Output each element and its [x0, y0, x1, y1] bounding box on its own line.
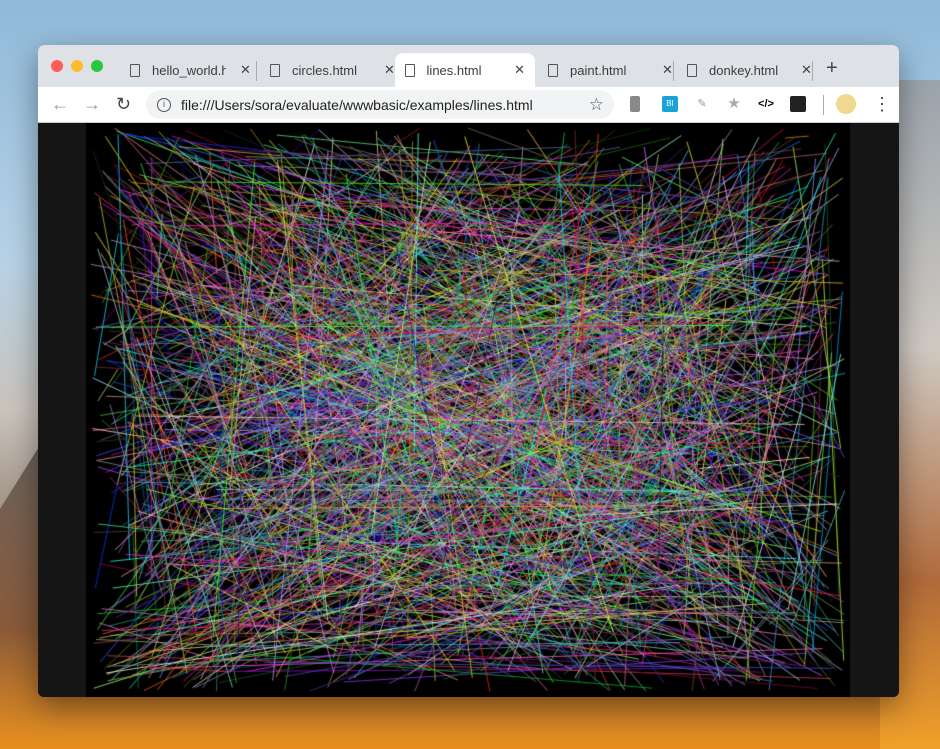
info-icon[interactable]: i: [157, 97, 171, 112]
page-icon: [405, 63, 415, 77]
close-tab-icon[interactable]: ✕: [801, 62, 812, 78]
tab-strip: hello_world.html✕ circles.html✕ lines.ht…: [38, 45, 899, 87]
page-icon: [687, 63, 697, 77]
page-content: [38, 123, 899, 697]
tab-lines[interactable]: lines.html ✕: [395, 53, 535, 87]
toolbar: ← → ↻ i file:///Users/sora/evaluate/wwwb…: [38, 87, 899, 123]
tab-circles[interactable]: circles.html ✕: [260, 53, 405, 87]
reload-button[interactable]: ↻: [116, 94, 131, 115]
page-icon: [270, 63, 280, 77]
tab-hello-world[interactable]: hello_world.html✕: [120, 53, 261, 87]
extension-icon[interactable]: [630, 96, 640, 112]
lines-canvas[interactable]: [86, 123, 850, 697]
page-icon: [130, 63, 140, 77]
new-tab-button[interactable]: +: [826, 57, 838, 80]
menu-icon[interactable]: ⋮: [873, 94, 891, 115]
extension-bi-icon[interactable]: BI: [662, 96, 678, 112]
url-text: file:///Users/sora/evaluate/wwwbasic/exa…: [181, 96, 533, 113]
bookmark-star-icon[interactable]: ☆: [589, 95, 604, 115]
browser-window: hello_world.html✕ circles.html✕ lines.ht…: [38, 45, 899, 697]
close-tab-icon[interactable]: ✕: [514, 62, 525, 78]
extension-pin-icon[interactable]: ✎: [694, 96, 710, 112]
close-tab-icon[interactable]: ✕: [384, 62, 395, 78]
tab-donkey[interactable]: donkey.html ✕: [677, 53, 822, 87]
close-window-button[interactable]: [51, 60, 63, 72]
profile-avatar[interactable]: [836, 94, 856, 114]
address-bar[interactable]: i file:///Users/sora/evaluate/wwwbasic/e…: [146, 90, 614, 119]
close-tab-icon[interactable]: ✕: [240, 62, 251, 78]
close-tab-icon[interactable]: ✕: [662, 62, 673, 78]
extension-star-icon[interactable]: ★: [726, 96, 742, 112]
forward-button[interactable]: →: [83, 94, 101, 115]
tab-paint[interactable]: paint.html ✕: [538, 53, 683, 87]
extension-dark-icon[interactable]: [790, 96, 806, 112]
page-icon: [548, 63, 558, 77]
extension-code-icon[interactable]: </>: [758, 96, 774, 112]
back-button[interactable]: ←: [51, 94, 69, 115]
maximize-window-button[interactable]: [91, 60, 103, 72]
minimize-window-button[interactable]: [71, 60, 83, 72]
